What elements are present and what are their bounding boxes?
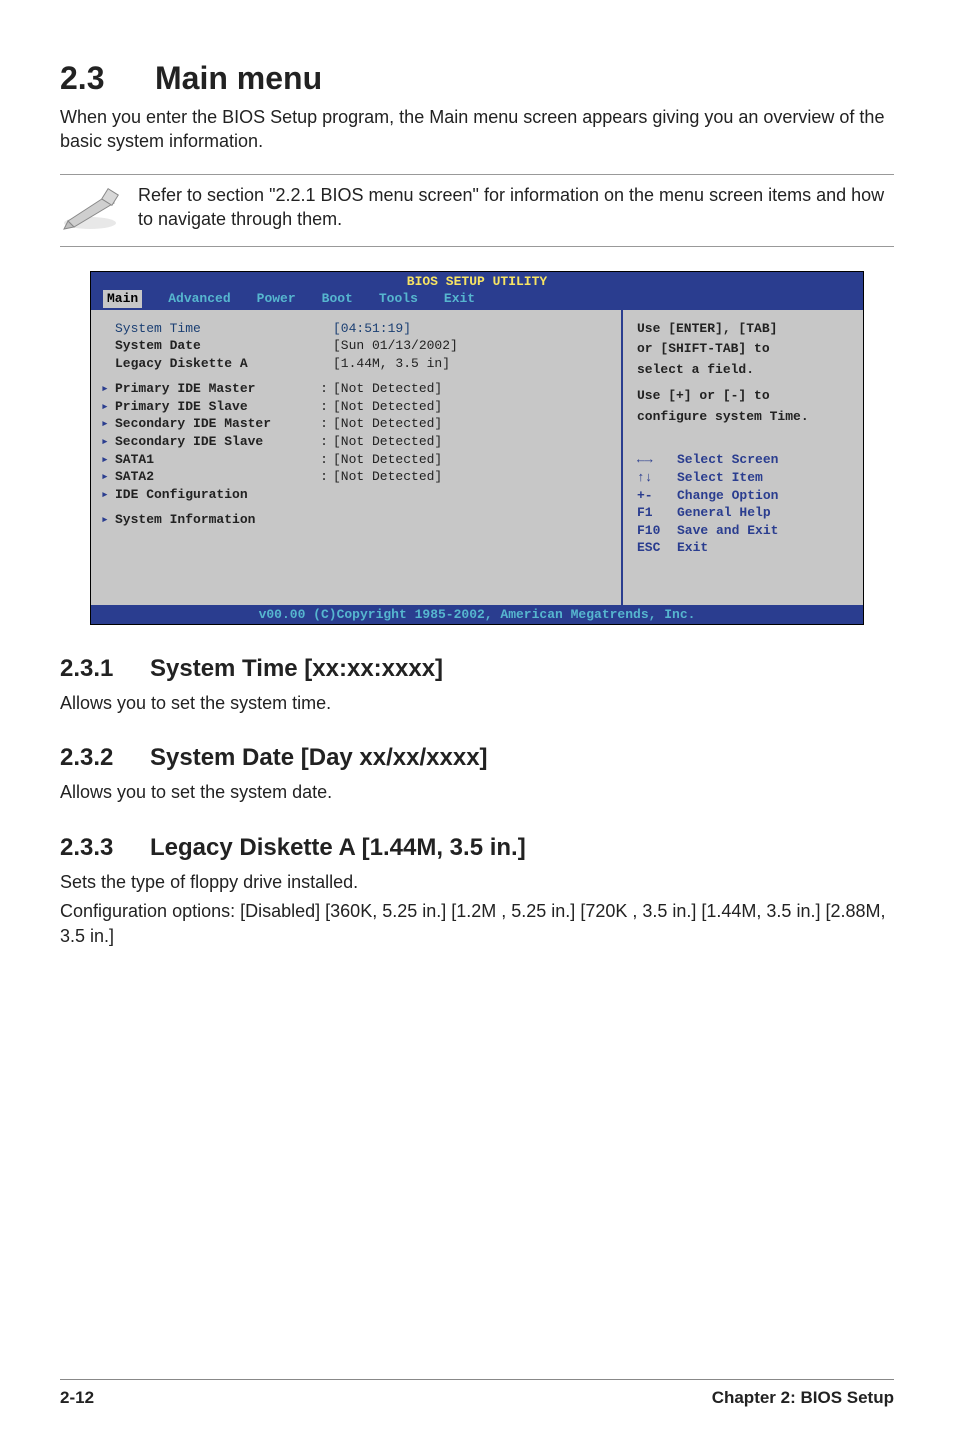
ide-value-4: [Not Detected] xyxy=(333,451,442,469)
ide-value-1: [Not Detected] xyxy=(333,398,442,416)
sys-info-label: System Information xyxy=(115,512,255,527)
key-desc: Exit xyxy=(677,539,708,557)
bios-menu-tools: Tools xyxy=(379,290,418,308)
help-line: Use [+] or [-] to xyxy=(637,387,851,405)
subsection-heading: 2.3.2System Date [Day xx/xx/xxxx] xyxy=(60,744,894,772)
body-text: Allows you to set the system date. xyxy=(60,780,894,805)
subsection-heading: 2.3.3Legacy Diskette A [1.44M, 3.5 in.] xyxy=(60,834,894,862)
help-line: select a field. xyxy=(637,361,851,379)
subsection-number: 2.3.2 xyxy=(60,744,150,772)
triangle-right-icon: ▸ xyxy=(101,451,115,469)
ide-value-3: [Not Detected] xyxy=(333,433,442,451)
bios-menu-main: Main xyxy=(103,290,142,308)
ide-label-1: Primary IDE Slave xyxy=(115,399,248,414)
ide-label-3: Secondary IDE Slave xyxy=(115,434,263,449)
subsection-title: System Date [Day xx/xx/xxxx] xyxy=(150,744,488,771)
ide-value-5: [Not Detected] xyxy=(333,468,442,486)
ide-config-label: IDE Configuration xyxy=(115,487,248,502)
note-text: Refer to section "2.2.1 BIOS menu screen… xyxy=(138,183,894,232)
triangle-right-icon: ▸ xyxy=(101,468,115,486)
chapter-title: Chapter 2: BIOS Setup xyxy=(712,1388,894,1408)
ide-label-2: Secondary IDE Master xyxy=(115,416,271,431)
help-line: Use [ENTER], [TAB] xyxy=(637,320,851,338)
subsection-title: Legacy Diskette A [1.44M, 3.5 in.] xyxy=(150,834,526,861)
system-date-value: [Sun 01/13/2002] xyxy=(333,337,458,355)
legacy-value: [1.44M, 3.5 in] xyxy=(333,355,450,373)
ide-label-0: Primary IDE Master xyxy=(115,381,255,396)
bios-menu-bar: Main Advanced Power Boot Tools Exit xyxy=(91,290,863,310)
section-title: Main menu xyxy=(155,60,322,96)
body-text: Allows you to set the system time. xyxy=(60,691,894,716)
ide-value-2: [Not Detected] xyxy=(333,415,442,433)
subsection-title: System Time [xx:xx:xxxx] xyxy=(150,655,443,682)
bios-left-panel: System Time [04:51:19] System Date [Sun 01… xyxy=(91,310,623,605)
body-text: Configuration options: [Disabled] [360K,… xyxy=(60,899,894,949)
key-desc: Select Item xyxy=(677,469,763,487)
key-desc: General Help xyxy=(677,504,771,522)
ide-label-4: SATA1 xyxy=(115,452,154,467)
system-date-label: System Date xyxy=(115,338,201,353)
subsection-number: 2.3.1 xyxy=(60,655,150,683)
key: ←→ xyxy=(637,451,677,469)
triangle-right-icon: ▸ xyxy=(101,486,115,504)
pencil-note-icon xyxy=(60,183,120,236)
help-line: or [SHIFT-TAB] to xyxy=(637,340,851,358)
section-intro: When you enter the BIOS Setup program, t… xyxy=(60,105,894,154)
system-time-label: System Time xyxy=(115,320,315,338)
page-footer: 2-12 Chapter 2: BIOS Setup xyxy=(60,1379,894,1408)
ide-label-5: SATA2 xyxy=(115,469,154,484)
note-box: Refer to section "2.2.1 BIOS menu screen… xyxy=(60,174,894,247)
key-desc: Save and Exit xyxy=(677,522,778,540)
legacy-label: Legacy Diskette A xyxy=(115,356,248,371)
bios-menu-exit: Exit xyxy=(444,290,475,308)
key-desc: Select Screen xyxy=(677,451,778,469)
key: F10 xyxy=(637,522,677,540)
bios-help-panel: Use [ENTER], [TAB] or [SHIFT-TAB] to sel… xyxy=(623,310,863,605)
bios-title: BIOS SETUP UTILITY xyxy=(91,272,863,291)
key-desc: Change Option xyxy=(677,487,778,505)
help-line: configure system Time. xyxy=(637,408,851,426)
bios-menu-advanced: Advanced xyxy=(168,290,230,308)
bios-copyright: v00.00 (C)Copyright 1985-2002, American … xyxy=(91,605,863,625)
triangle-right-icon: ▸ xyxy=(101,380,115,398)
ide-value-0: [Not Detected] xyxy=(333,380,442,398)
bios-key-legend: ←→Select Screen ↑↓Select Item +-Change O… xyxy=(637,451,851,556)
page-number: 2-12 xyxy=(60,1388,94,1408)
triangle-right-icon: ▸ xyxy=(101,433,115,451)
key: +- xyxy=(637,487,677,505)
section-heading: 2.3Main menu xyxy=(60,60,894,97)
triangle-right-icon: ▸ xyxy=(101,398,115,416)
subsection-number: 2.3.3 xyxy=(60,834,150,862)
body-text: Sets the type of floppy drive installed. xyxy=(60,870,894,895)
bios-menu-power: Power xyxy=(257,290,296,308)
section-number: 2.3 xyxy=(60,60,155,97)
subsection-heading: 2.3.1System Time [xx:xx:xxxx] xyxy=(60,655,894,683)
key: ESC xyxy=(637,539,677,557)
system-time-value: [04:51:19] xyxy=(333,320,411,338)
triangle-right-icon: ▸ xyxy=(101,415,115,433)
key: F1 xyxy=(637,504,677,522)
triangle-right-icon: ▸ xyxy=(101,511,115,529)
bios-menu-boot: Boot xyxy=(322,290,353,308)
bios-body: System Time [04:51:19] System Date [Sun 01… xyxy=(91,310,863,605)
key: ↑↓ xyxy=(637,469,677,487)
bios-screenshot: BIOS SETUP UTILITY Main Advanced Power B… xyxy=(90,271,864,626)
